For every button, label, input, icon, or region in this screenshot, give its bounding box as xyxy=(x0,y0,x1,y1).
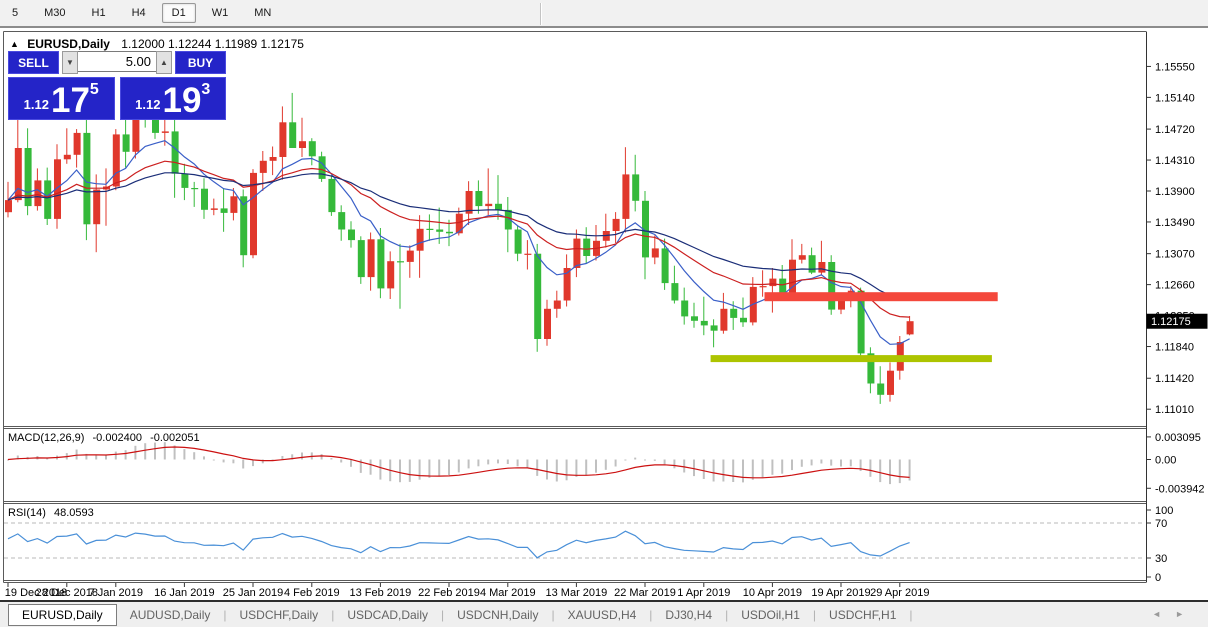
buy-button[interactable]: BUY xyxy=(175,51,226,74)
timeframe-button-m30[interactable]: M30 xyxy=(34,3,75,23)
svg-text:4 Feb 2019: 4 Feb 2019 xyxy=(284,587,340,599)
svg-text:13 Mar 2019: 13 Mar 2019 xyxy=(546,587,608,599)
buy-price-prefix: 1.12 xyxy=(135,97,160,112)
sell-button[interactable]: SELL xyxy=(8,51,59,74)
volume-decrease-button[interactable]: ▼ xyxy=(62,51,78,74)
toolbar-separator xyxy=(540,3,542,25)
sr-line xyxy=(765,292,998,301)
svg-text:1.13490: 1.13490 xyxy=(1155,217,1195,229)
svg-text:10 Apr 2019: 10 Apr 2019 xyxy=(743,587,802,599)
svg-text:1.12175: 1.12175 xyxy=(1151,316,1191,328)
chart-tab-usdchf-h1[interactable]: USDCHF,H1 xyxy=(816,605,909,625)
svg-text:-0.003942: -0.003942 xyxy=(1155,483,1205,495)
svg-text:100: 100 xyxy=(1155,505,1173,517)
svg-text:13 Feb 2019: 13 Feb 2019 xyxy=(350,587,412,599)
trading-terminal: { "toolbar": { "timeframes": [ {"label":… xyxy=(0,0,1208,627)
svg-text:1.12660: 1.12660 xyxy=(1155,280,1195,292)
timeframe-button-d1[interactable]: D1 xyxy=(162,3,196,23)
svg-text:4 Mar 2019: 4 Mar 2019 xyxy=(480,587,536,599)
chart-symbol-label: EURUSD,Daily xyxy=(27,37,110,51)
chart-tab-dj30-h4[interactable]: DJ30,H4 xyxy=(652,605,725,625)
rsi-value: 48.0593 xyxy=(54,507,94,519)
buy-price-box[interactable]: 1.12193 xyxy=(120,77,227,120)
svg-text:25 Jan 2019: 25 Jan 2019 xyxy=(223,587,284,599)
sell-price-sup: 5 xyxy=(90,81,99,99)
svg-text:22 Mar 2019: 22 Mar 2019 xyxy=(614,587,676,599)
tab-scroll-right-icon[interactable]: ► xyxy=(1175,609,1198,619)
svg-text:1.15550: 1.15550 xyxy=(1155,61,1195,73)
svg-text:1.11010: 1.11010 xyxy=(1155,404,1194,416)
svg-text:30: 30 xyxy=(1155,553,1167,565)
collapse-icon[interactable]: ▲ xyxy=(10,39,19,49)
buy-price-big: 19 xyxy=(162,86,201,116)
macd-label: MACD(12,26,9) -0.002400 -0.002051 xyxy=(8,432,205,444)
chart-ohlc-values: 1.12000 1.12244 1.11989 1.12175 xyxy=(121,37,304,51)
svg-text:70: 70 xyxy=(1155,518,1167,530)
rsi-label: RSI(14) 48.0593 xyxy=(8,507,99,519)
chart-tab-xauusd-h4[interactable]: XAUUSD,H4 xyxy=(555,605,650,625)
svg-text:1.14720: 1.14720 xyxy=(1155,124,1195,136)
svg-text:0.00: 0.00 xyxy=(1155,455,1176,467)
tab-separator: | xyxy=(909,608,912,622)
timeframe-button-h1[interactable]: H1 xyxy=(82,3,116,23)
svg-text:22 Feb 2019: 22 Feb 2019 xyxy=(418,587,480,599)
svg-text:7 Jan 2019: 7 Jan 2019 xyxy=(89,587,143,599)
volume-spinner: ▼ ▲ xyxy=(62,51,172,74)
svg-text:1.13900: 1.13900 xyxy=(1155,186,1195,198)
svg-text:1.15140: 1.15140 xyxy=(1155,92,1195,104)
svg-text:1.11840: 1.11840 xyxy=(1155,342,1194,354)
timeframe-button-mn[interactable]: MN xyxy=(244,3,281,23)
svg-text:1.11420: 1.11420 xyxy=(1155,373,1194,385)
chart-tab-audusd-daily[interactable]: AUDUSD,Daily xyxy=(117,605,224,625)
svg-text:0: 0 xyxy=(1155,572,1161,584)
svg-text:19 Apr 2019: 19 Apr 2019 xyxy=(811,587,870,599)
chart-tab-usdcad-daily[interactable]: USDCAD,Daily xyxy=(334,605,441,625)
svg-text:29 Apr 2019: 29 Apr 2019 xyxy=(870,587,929,599)
sr-line xyxy=(711,355,992,362)
chart-tab-usdchf-daily[interactable]: USDCHF,Daily xyxy=(227,605,332,625)
chart-title: ▲ EURUSD,Daily 1.12000 1.12244 1.11989 1… xyxy=(10,37,304,51)
macd-main-value: -0.002400 xyxy=(92,432,142,444)
tab-scroll-left-icon[interactable]: ◄ xyxy=(1152,609,1175,619)
chart-tab-bar: EURUSD,DailyAUDUSD,Daily|USDCHF,Daily|US… xyxy=(0,600,1208,627)
rsi-name: RSI(14) xyxy=(8,507,46,519)
svg-text:0.003095: 0.003095 xyxy=(1155,432,1201,444)
chart-tab-usdcnh-daily[interactable]: USDCNH,Daily xyxy=(444,605,551,625)
buy-price-sup: 3 xyxy=(201,81,210,99)
sell-price-prefix: 1.12 xyxy=(24,97,49,112)
svg-text:1 Apr 2019: 1 Apr 2019 xyxy=(677,587,730,599)
svg-text:16 Jan 2019: 16 Jan 2019 xyxy=(154,587,215,599)
timeframe-button-h4[interactable]: H4 xyxy=(122,3,156,23)
tab-scroll-arrows: ◄► xyxy=(1152,609,1198,619)
timeframe-toolbar: 5 M30 H1 H4 D1 W1MN xyxy=(0,0,1208,28)
macd-signal-value: -0.002051 xyxy=(150,432,200,444)
timeframe-button-5[interactable]: 5 xyxy=(2,3,28,23)
macd-name: MACD(12,26,9) xyxy=(8,432,84,444)
volume-input[interactable] xyxy=(78,51,156,72)
chart-tab-usdoil-h1[interactable]: USDOil,H1 xyxy=(728,605,813,625)
sell-price-big: 17 xyxy=(51,86,90,116)
sell-price-box[interactable]: 1.12175 xyxy=(8,77,115,120)
chart-tab-eurusd-daily[interactable]: EURUSD,Daily xyxy=(8,604,117,626)
timeframe-button-w1[interactable]: W1 xyxy=(202,3,239,23)
one-click-trading-panel: SELL ▼ ▲ BUY 1.12175 1.12193 xyxy=(8,51,226,120)
volume-increase-button[interactable]: ▲ xyxy=(156,51,172,74)
svg-text:1.14310: 1.14310 xyxy=(1155,155,1195,167)
svg-text:1.13070: 1.13070 xyxy=(1155,249,1195,261)
